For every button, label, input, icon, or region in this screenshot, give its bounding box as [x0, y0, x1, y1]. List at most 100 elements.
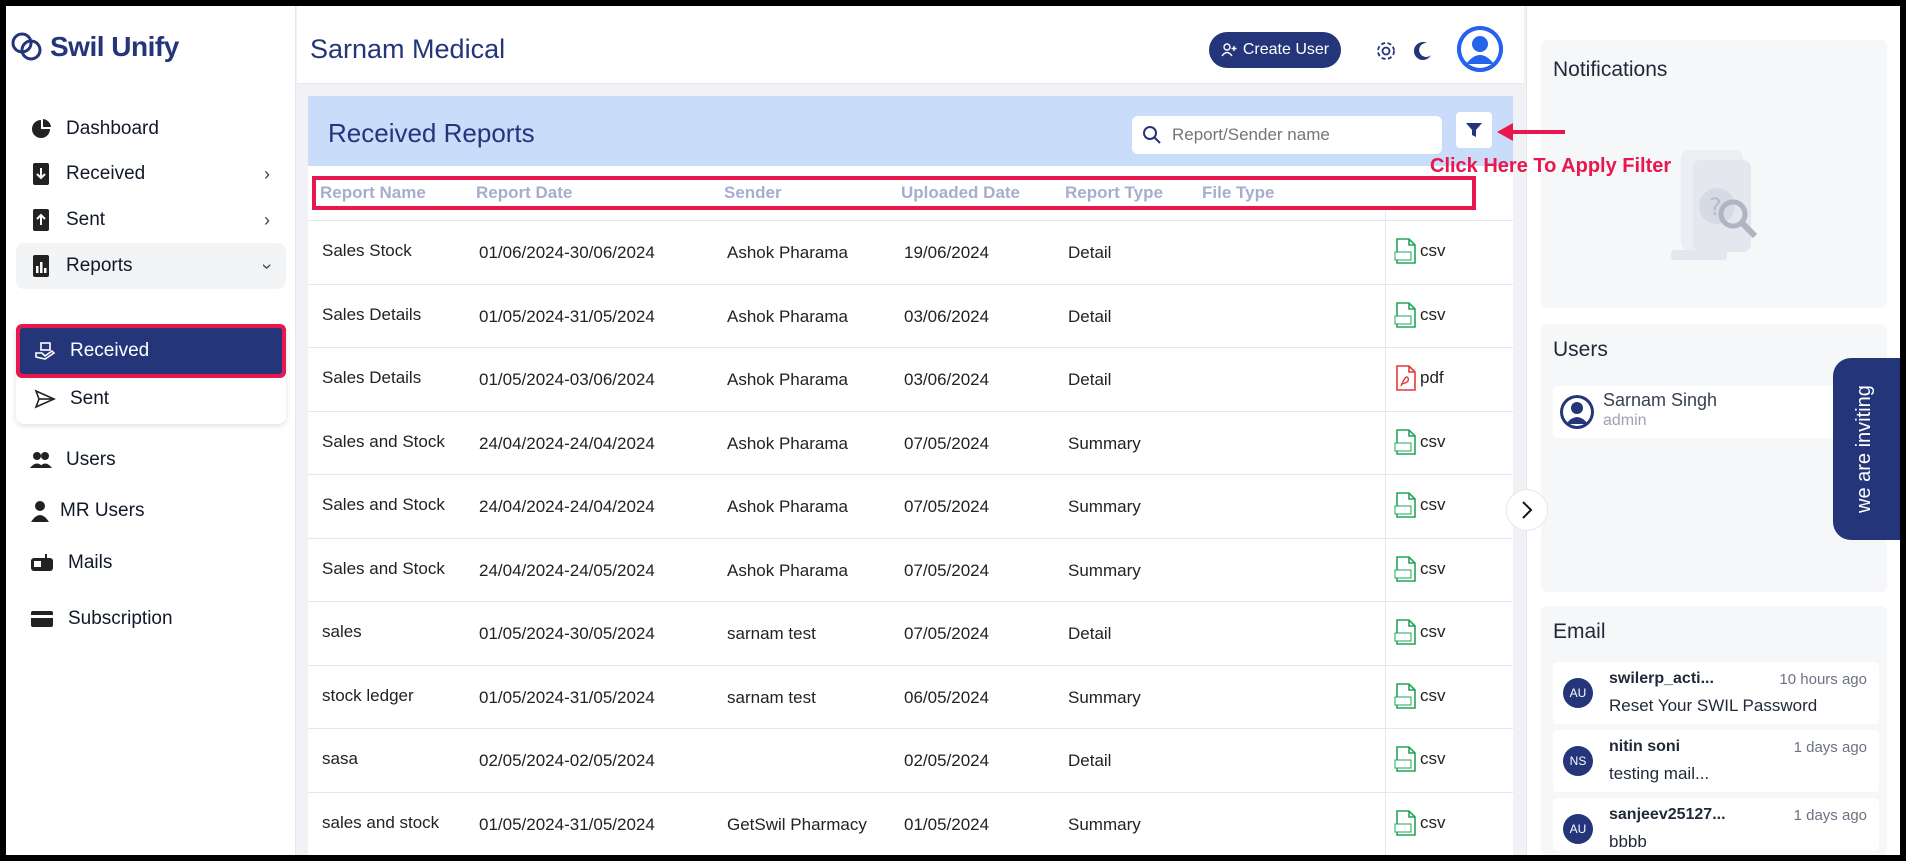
column-header-uploaded-date[interactable]: Uploaded Date — [901, 183, 1020, 203]
app-logo[interactable]: Swil Unify — [10, 30, 179, 64]
table-header: Report Name Report Date Sender Uploaded … — [312, 176, 1476, 210]
file-type-cell[interactable]: csv — [1394, 618, 1446, 646]
file-type-label: csv — [1420, 241, 1446, 260]
next-page-button[interactable] — [1506, 489, 1548, 531]
email-subject: testing mail... — [1609, 764, 1710, 783]
chevron-down-icon: › — [257, 263, 278, 269]
sidebar-item-dashboard[interactable]: Dashboard — [16, 106, 286, 152]
bar-report-icon — [33, 255, 49, 277]
column-header-report-type[interactable]: Report Type — [1065, 183, 1163, 203]
report-type-cell: Detail — [1068, 751, 1112, 770]
sidebar-item-label: Received — [66, 163, 146, 184]
report-date-cell: 02/05/2024-02/05/2024 — [479, 751, 655, 770]
file-type-label: csv — [1420, 685, 1446, 705]
submenu-item-sent[interactable]: Sent — [20, 376, 282, 422]
sidebar-item-mr-users[interactable]: MR Users — [16, 488, 286, 534]
avatar-icon[interactable] — [1457, 26, 1503, 72]
report-name-cell: Sales Details — [322, 304, 422, 324]
submenu-item-label: Received — [70, 340, 150, 361]
sidebar-item-reports[interactable]: Reports › — [16, 243, 286, 289]
uploaded-date-cell: 06/05/2024 — [904, 687, 990, 707]
csv-file-icon — [1394, 746, 1416, 772]
mailbox-icon — [31, 554, 53, 571]
table-row[interactable]: Sales Stock 01/06/2024-30/06/2024 Ashok Ph… — [308, 220, 1513, 283]
column-divider — [1385, 211, 1386, 861]
uploaded-date-cell: 03/06/2024 — [904, 370, 990, 389]
file-type-cell[interactable]: csv — [1394, 555, 1446, 583]
sidebar-item-label: Users — [66, 449, 116, 470]
report-name-cell: Sales Stock — [322, 241, 412, 260]
filter-button[interactable] — [1456, 112, 1492, 148]
pie-chart-icon — [32, 119, 51, 138]
table-row[interactable]: Sales and Stock 24/04/2024-24/05/2024 Asho… — [308, 537, 1513, 601]
email-avatar: NS — [1563, 746, 1593, 776]
send-icon — [34, 389, 56, 409]
submenu-item-label: Sent — [70, 388, 110, 409]
uploaded-date-cell: 01/05/2024 — [904, 814, 990, 834]
user-name: Sarnam Singh — [1603, 390, 1718, 410]
search-input[interactable] — [1172, 125, 1422, 145]
email-item[interactable]: NS nitin soni 1 days ago testing mail... — [1553, 730, 1879, 792]
email-time: 10 hours ago — [1779, 671, 1867, 688]
table-row[interactable]: sasa 02/05/2024-02/05/2024 02/05/2024 Detai… — [308, 728, 1513, 791]
email-item[interactable]: AU swilerp_acti... 10 hours ago Reset Yo… — [1553, 662, 1879, 724]
user-list-item[interactable]: Sarnam Singh admin — [1553, 386, 1873, 438]
submenu-item-received[interactable]: Received — [16, 324, 286, 378]
report-type-cell: Detail — [1068, 306, 1112, 326]
table-row[interactable]: sales and stock 01/05/2024-31/05/2024 GetS… — [308, 791, 1513, 855]
table-row[interactable]: Sales Details 01/05/2024-03/06/2024 Ashok … — [308, 347, 1513, 410]
invite-tab[interactable]: we are inviting — [1833, 358, 1900, 540]
table-row[interactable]: Sales Details 01/05/2024-31/05/2024 Ashok … — [308, 283, 1513, 347]
sidebar-item-users[interactable]: Users — [16, 437, 286, 483]
file-type-label: csv — [1420, 812, 1446, 832]
create-user-button[interactable]: Create User — [1209, 32, 1341, 68]
file-type-cell[interactable]: csv — [1394, 682, 1446, 710]
logo-text: Swil Unify — [50, 31, 179, 62]
email-sender: swilerp_acti... — [1609, 670, 1714, 687]
add-user-icon — [1221, 43, 1237, 57]
report-type-cell: Summary — [1068, 560, 1141, 580]
report-date-cell: 24/04/2024-24/04/2024 — [479, 497, 655, 516]
file-type-cell[interactable]: csv — [1394, 745, 1446, 773]
gear-icon[interactable] — [1373, 38, 1399, 64]
file-type-label: csv — [1420, 495, 1446, 514]
report-type-cell: Summary — [1068, 814, 1141, 834]
sender-cell: Ashok Pharama — [727, 560, 848, 580]
file-type-cell[interactable]: pdf — [1394, 364, 1444, 392]
report-name-cell: Sales and Stock — [322, 495, 445, 514]
uploaded-date-cell: 02/05/2024 — [904, 751, 990, 770]
reports-submenu: Received Sent — [16, 324, 286, 424]
report-date-cell: 01/06/2024-30/06/2024 — [479, 243, 655, 262]
file-type-cell[interactable]: csv — [1394, 237, 1446, 265]
column-header-file-type[interactable]: File Type — [1202, 183, 1274, 203]
file-type-cell[interactable]: csv — [1394, 428, 1446, 456]
top-header: Sarnam Medical Create User — [297, 6, 1524, 84]
table-row[interactable]: stock ledger 01/05/2024-31/05/2024 sarnam … — [308, 664, 1513, 728]
file-type-cell[interactable]: csv — [1394, 491, 1446, 519]
column-header-report-name[interactable]: Report Name — [320, 183, 426, 203]
file-type-cell[interactable]: csv — [1394, 809, 1446, 837]
sidebar-item-sent[interactable]: Sent › — [16, 197, 286, 243]
sidebar-item-subscription[interactable]: Subscription — [16, 596, 286, 642]
sender-cell: GetSwil Pharmacy — [727, 814, 867, 834]
sidebar: Swil Unify Dashboard Received › Sent › R… — [6, 6, 296, 855]
email-item[interactable]: AU sanjeev25127... 1 days ago bbbb — [1553, 798, 1879, 851]
search-box[interactable] — [1132, 116, 1442, 154]
report-name-cell: sasa — [322, 749, 358, 768]
download-doc-icon — [33, 163, 49, 185]
moon-icon[interactable] — [1410, 38, 1436, 64]
csv-file-icon — [1394, 428, 1416, 455]
column-header-report-date[interactable]: Report Date — [476, 183, 572, 203]
sidebar-item-mails[interactable]: Mails — [16, 540, 286, 586]
table-row[interactable]: Sales and Stock 24/04/2024-24/04/2024 Asho… — [308, 410, 1513, 474]
file-type-cell[interactable]: csv — [1394, 301, 1446, 329]
report-name-cell: Sales and Stock — [322, 558, 445, 578]
report-type-cell: Detail — [1068, 624, 1112, 643]
sender-cell: sarnam test — [727, 687, 816, 707]
table-row[interactable]: sales 01/05/2024-30/05/2024 sarnam test 07/… — [308, 601, 1513, 664]
email-time: 1 days ago — [1793, 739, 1867, 756]
table-row[interactable]: Sales and Stock 24/04/2024-24/04/2024 Asho… — [308, 474, 1513, 537]
sidebar-item-received[interactable]: Received › — [16, 151, 286, 197]
column-header-sender[interactable]: Sender — [724, 183, 782, 203]
file-type-label: csv — [1420, 558, 1446, 578]
